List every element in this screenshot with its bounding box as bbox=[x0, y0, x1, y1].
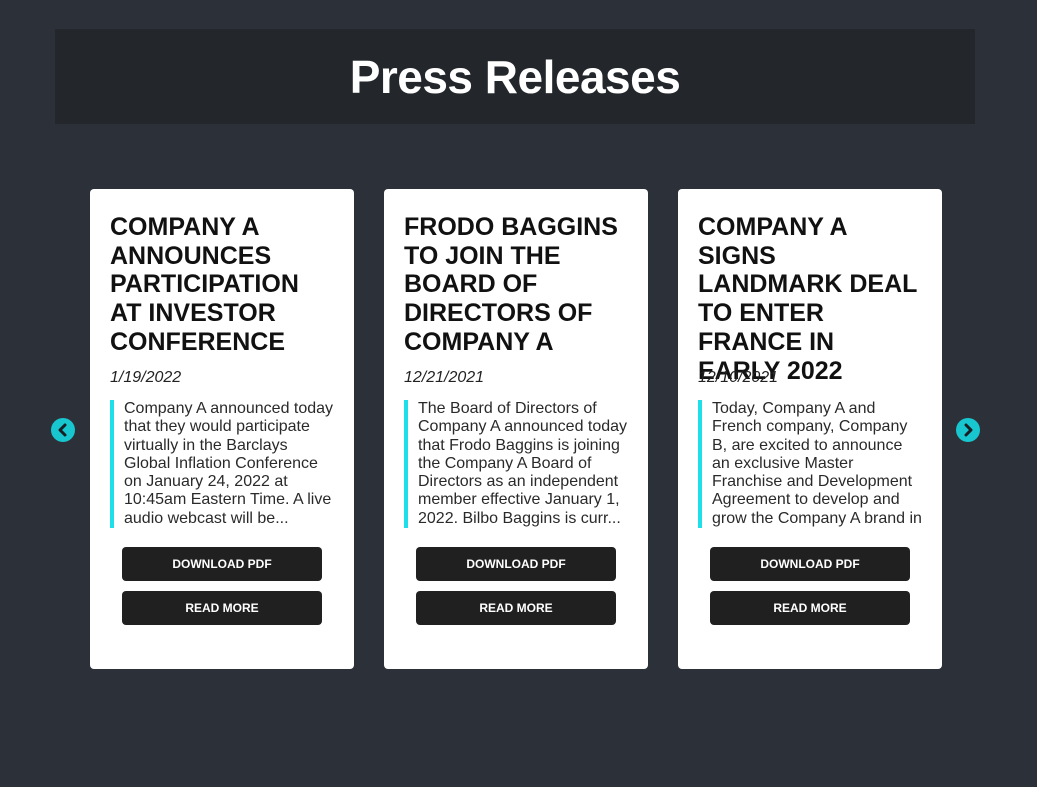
page-header: Press Releases bbox=[55, 29, 975, 124]
card-date: 12/21/2021 bbox=[404, 369, 485, 386]
press-release-card: COMPANY A SIGNS LANDMARK DEAL TO ENTER F… bbox=[678, 189, 942, 669]
chevron-left-icon bbox=[58, 423, 67, 437]
page-title: Press Releases bbox=[349, 50, 681, 103]
read-more-button[interactable]: READ MORE bbox=[710, 591, 910, 625]
card-excerpt: Company A announced today that they woul… bbox=[110, 400, 334, 528]
card-date: 1/19/2022 bbox=[110, 369, 182, 386]
download-pdf-button[interactable]: DOWNLOAD PDF bbox=[710, 547, 910, 581]
card-title: FRODO BAGGINS TO JOIN THE BOARD OF DIREC… bbox=[404, 213, 618, 356]
download-pdf-button[interactable]: DOWNLOAD PDF bbox=[122, 547, 322, 581]
read-more-button[interactable]: READ MORE bbox=[122, 591, 322, 625]
carousel-next-button[interactable] bbox=[956, 418, 980, 442]
card-excerpt: The Board of Directors of Company A anno… bbox=[404, 400, 628, 528]
card-title: COMPANY A SIGNS LANDMARK DEAL TO ENTER F… bbox=[698, 213, 917, 385]
press-release-card: FRODO BAGGINS TO JOIN THE BOARD OF DIREC… bbox=[384, 189, 648, 669]
card-title: COMPANY A ANNOUNCES PARTICIPATION AT INV… bbox=[110, 213, 299, 356]
download-pdf-button[interactable]: DOWNLOAD PDF bbox=[416, 547, 616, 581]
read-more-button[interactable]: READ MORE bbox=[416, 591, 616, 625]
carousel-prev-button[interactable] bbox=[51, 418, 75, 442]
press-release-card: COMPANY A ANNOUNCES PARTICIPATION AT INV… bbox=[90, 189, 354, 669]
card-excerpt: Today, Company A and French company, Com… bbox=[698, 400, 922, 528]
chevron-right-icon bbox=[964, 423, 973, 437]
